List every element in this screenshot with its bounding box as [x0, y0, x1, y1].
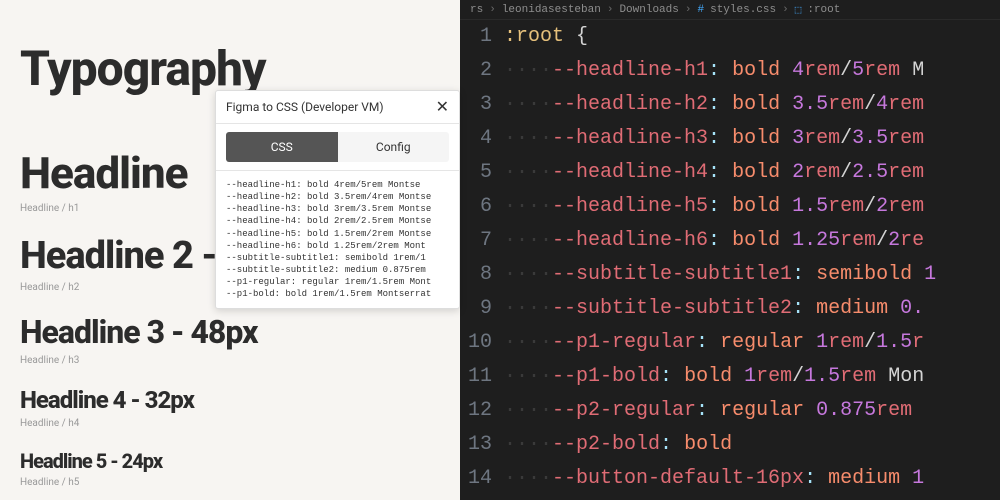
line-number: 7	[460, 224, 492, 258]
line-number: 4	[460, 122, 492, 156]
chevron-right-icon: ›	[607, 4, 614, 16]
plugin-output-line: --headline-h4: bold 2rem/2.5rem Montse	[226, 215, 449, 227]
line-number: 12	[460, 394, 492, 428]
code-line[interactable]: ····--p2-regular: regular 0.875rem	[504, 394, 1000, 428]
headline-text: Headline 4 - 32px	[20, 386, 460, 414]
code-line[interactable]: ····--headline-h3: bold 3rem/3.5rem	[504, 122, 1000, 156]
close-icon[interactable]: ✕	[436, 99, 449, 115]
plugin-output-line: --p1-bold: bold 1rem/1.5rem Montserrat	[226, 288, 449, 300]
breadcrumb-symbol[interactable]: :root	[807, 4, 840, 16]
headline-caption: Headline / h5	[20, 477, 460, 488]
plugin-output-line: --headline-h3: bold 3rem/3.5rem Montse	[226, 203, 449, 215]
css-symbol-icon: ⬚	[795, 3, 802, 17]
breadcrumb[interactable]: rs › leonidasesteban › Downloads › # sty…	[460, 0, 1000, 20]
plugin-output-line: --p1-regular: regular 1rem/1.5rem Mont	[226, 276, 449, 288]
headline-sample: Headline 5 - 24px Headline / h5	[20, 449, 460, 488]
plugin-output-line: --headline-h2: bold 3.5rem/4rem Montse	[226, 191, 449, 203]
code-line[interactable]: ····--headline-h4: bold 2rem/2.5rem	[504, 156, 1000, 190]
headline-caption: Headline / h3	[20, 355, 460, 366]
code-line[interactable]: ····--subtitle-subtitle2: medium 0.	[504, 292, 1000, 326]
tab-css[interactable]: CSS	[226, 132, 338, 162]
plugin-output-line: --headline-h1: bold 4rem/5rem Montse	[226, 179, 449, 191]
plugin-output-line: --subtitle-subtitle2: medium 0.875rem	[226, 264, 449, 276]
chevron-right-icon: ›	[782, 4, 789, 16]
breadcrumb-seg[interactable]: Downloads	[619, 4, 678, 16]
breadcrumb-file[interactable]: styles.css	[710, 4, 776, 16]
design-canvas: Typography HeadlineHeadline / h1Headline…	[0, 0, 460, 500]
headline-text: Headline 3 - 48px	[20, 313, 460, 351]
chevron-right-icon: ›	[489, 4, 496, 16]
plugin-tabs: CSS Config	[216, 124, 459, 171]
code-line[interactable]: ····--headline-h6: bold 1.25rem/2re	[504, 224, 1000, 258]
plugin-output[interactable]: --headline-h1: bold 4rem/5rem Montse--he…	[216, 171, 459, 308]
plugin-output-line: --headline-h6: bold 1.25rem/2rem Mont	[226, 240, 449, 252]
line-number: 5	[460, 156, 492, 190]
plugin-window[interactable]: Figma to CSS (Developer VM) ✕ CSS Config…	[215, 90, 460, 309]
headline-caption: Headline / h4	[20, 418, 460, 429]
plugin-header[interactable]: Figma to CSS (Developer VM) ✕	[216, 91, 459, 124]
headline-text: Headline 5 - 24px	[20, 449, 460, 473]
breadcrumb-seg[interactable]: rs	[470, 4, 483, 16]
typography-title: Typography	[20, 40, 460, 97]
line-number-gutter: 1234567891011121314	[460, 20, 504, 500]
headline-sample: Headline 4 - 32px Headline / h4	[20, 386, 460, 429]
code-line[interactable]: :root {	[504, 20, 1000, 54]
code-line[interactable]: ····--p1-regular: regular 1rem/1.5r	[504, 326, 1000, 360]
code-line[interactable]: ····--headline-h1: bold 4rem/5rem M	[504, 54, 1000, 88]
code-content[interactable]: :root {····--headline-h1: bold 4rem/5rem…	[504, 20, 1000, 500]
code-editor: rs › leonidasesteban › Downloads › # sty…	[460, 0, 1000, 500]
tab-config[interactable]: Config	[338, 132, 450, 162]
line-number: 3	[460, 88, 492, 122]
code-line[interactable]: ····--p1-bold: bold 1rem/1.5rem Mon	[504, 360, 1000, 394]
code-line[interactable]: ····--headline-h2: bold 3.5rem/4rem	[504, 88, 1000, 122]
line-number: 9	[460, 292, 492, 326]
line-number: 8	[460, 258, 492, 292]
plugin-title: Figma to CSS (Developer VM)	[226, 100, 384, 114]
plugin-output-line: --headline-h5: bold 1.5rem/2rem Montse	[226, 228, 449, 240]
headline-sample: Headline 3 - 48px Headline / h3	[20, 313, 460, 366]
code-line[interactable]: ····--button-default-16px: medium 1	[504, 462, 1000, 496]
editor-area[interactable]: 1234567891011121314 :root {····--headlin…	[460, 20, 1000, 500]
line-number: 11	[460, 360, 492, 394]
breadcrumb-seg[interactable]: leonidasesteban	[502, 4, 601, 16]
chevron-right-icon: ›	[685, 4, 692, 16]
plugin-output-line: --subtitle-subtitle1: semibold 1rem/1	[226, 252, 449, 264]
line-number: 10	[460, 326, 492, 360]
code-line[interactable]: ····--subtitle-subtitle1: semibold 1	[504, 258, 1000, 292]
line-number: 6	[460, 190, 492, 224]
code-line[interactable]: ····--headline-h5: bold 1.5rem/2rem	[504, 190, 1000, 224]
line-number: 14	[460, 462, 492, 496]
line-number: 13	[460, 428, 492, 462]
line-number: 2	[460, 54, 492, 88]
css-file-icon: #	[697, 4, 704, 16]
line-number: 1	[460, 20, 492, 54]
code-line[interactable]: ····--p2-bold: bold	[504, 428, 1000, 462]
